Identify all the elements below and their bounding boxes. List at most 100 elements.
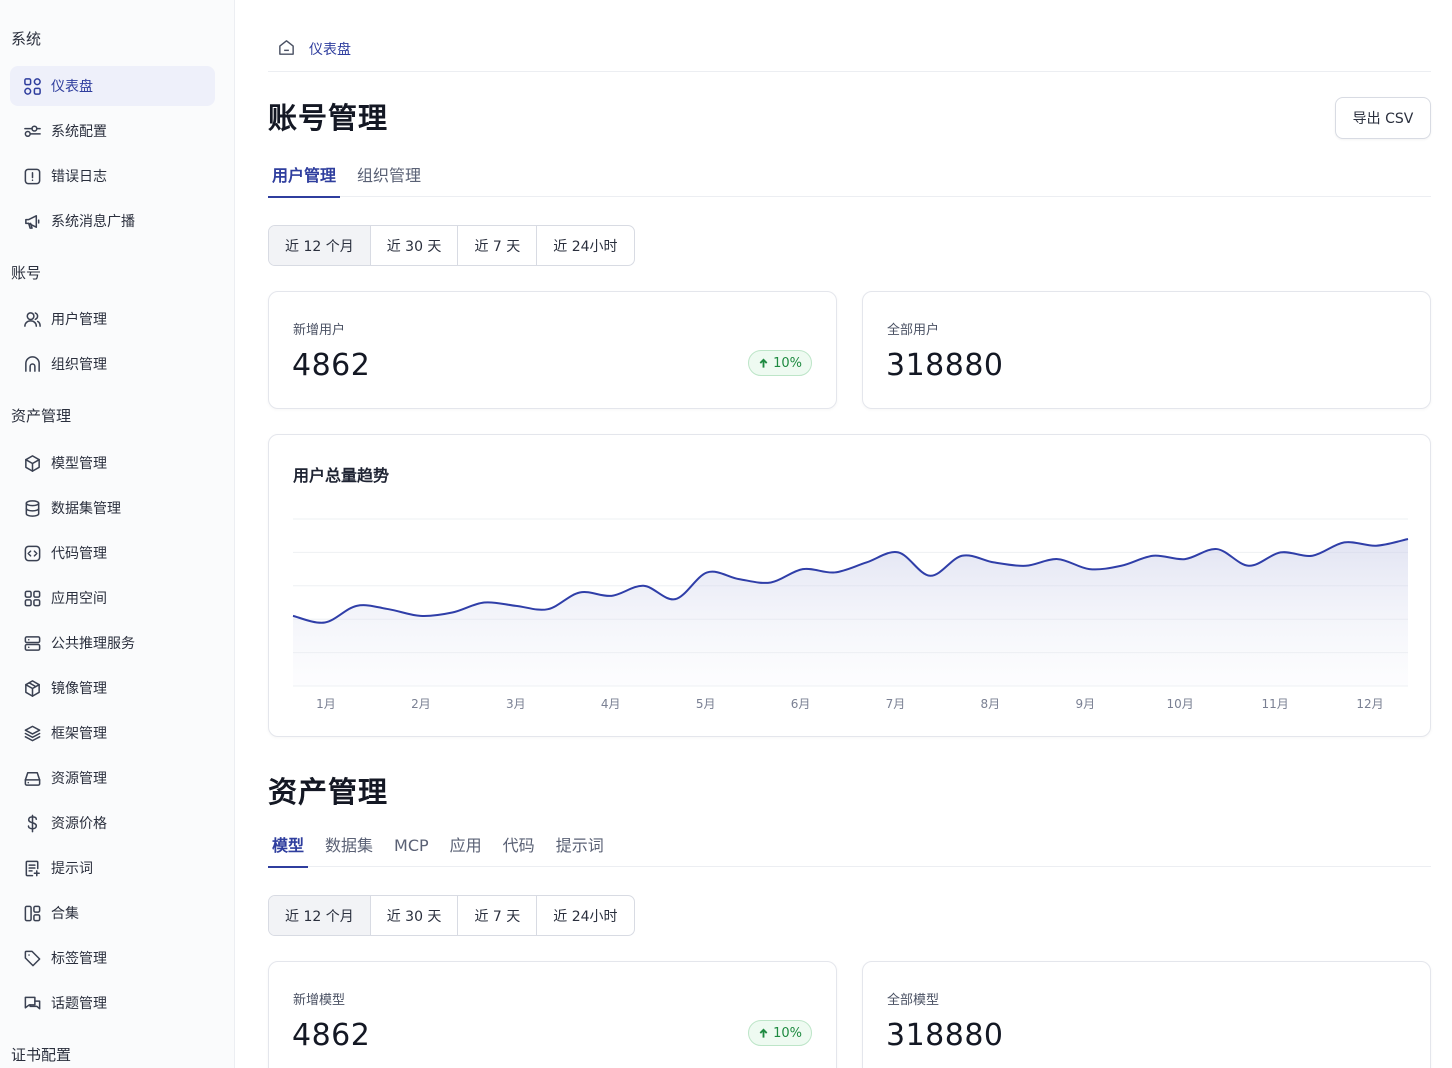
x-tick-label: 10月	[1167, 697, 1194, 711]
breadcrumb-current[interactable]: 仪表盘	[309, 39, 351, 59]
sidebar-item-label: 公共推理服务	[51, 636, 135, 652]
tab-prompts[interactable]: 提示词	[552, 834, 608, 867]
tab-mcp[interactable]: MCP	[390, 834, 433, 867]
sidebar-item-models[interactable]: 模型管理	[10, 443, 215, 483]
range-12-months[interactable]: 近 12 个月	[269, 226, 371, 265]
new-users-label: 新增用户	[293, 323, 346, 338]
sidebar-item-label: 代码管理	[51, 546, 107, 562]
sidebar-item-tags[interactable]: 标签管理	[10, 938, 215, 978]
tab-apps[interactable]: 应用	[446, 834, 486, 867]
tab-users[interactable]: 用户管理	[268, 164, 341, 198]
sidebar-item-label: 错误日志	[51, 169, 107, 185]
sidebar-item-frameworks[interactable]: 框架管理	[10, 713, 215, 753]
user-trend-chart-card: 用户总量趋势 1月 2月 3月 4月 5月 6月 7月 8月 9月 10月 11月 12月	[268, 434, 1431, 737]
new-users-value: 4862	[292, 348, 371, 383]
x-tick-label: 11月	[1261, 697, 1288, 711]
sidebar-item-label: 资源价格	[51, 816, 107, 832]
range-24-hours[interactable]: 近 24小时	[537, 896, 633, 935]
tab-models[interactable]: 模型	[268, 834, 309, 868]
sidebar-item-label: 系统消息广播	[51, 214, 135, 230]
sidebar-item-spaces[interactable]: 应用空间	[10, 578, 215, 618]
sidebar-item-label: 合集	[51, 906, 79, 922]
range-30-days[interactable]: 近 30 天	[371, 896, 459, 935]
sidebar-item-label: 框架管理	[51, 726, 107, 742]
x-tick-label: 4月	[601, 697, 621, 711]
range-24-hours[interactable]: 近 24小时	[537, 226, 633, 265]
x-tick-label: 6月	[791, 697, 811, 711]
sidebar-item-users[interactable]: 用户管理	[10, 299, 215, 339]
settings-toggle-icon	[22, 121, 42, 141]
sidebar-item-label: 标签管理	[51, 951, 107, 967]
sidebar-item-label: 镜像管理	[51, 681, 107, 697]
nav-group-system: 系统	[11, 30, 42, 48]
total-users-card: 全部用户 318880	[862, 291, 1431, 409]
total-models-card: 全部模型 318880	[862, 961, 1431, 1068]
sidebar-item-label: 组织管理	[51, 357, 107, 373]
sidebar-item-label: 仪表盘	[51, 79, 93, 95]
assets-range-selector: 近 12 个月 近 30 天 近 7 天 近 24小时	[268, 895, 635, 936]
sidebar-item-system-config[interactable]: 系统配置	[10, 111, 215, 151]
sidebar-item-broadcast[interactable]: 系统消息广播	[10, 201, 215, 241]
user-trend-chart: 1月 2月 3月 4月 5月 6月 7月 8月 9月 10月 11月 12月	[292, 518, 1409, 711]
sidebar-item-label: 系统配置	[51, 124, 107, 140]
alert-icon	[22, 166, 42, 186]
x-tick-label: 5月	[696, 697, 716, 711]
range-12-months[interactable]: 近 12 个月	[269, 896, 371, 935]
sidebar-item-inference[interactable]: 公共推理服务	[10, 623, 215, 663]
sidebar-item-orgs[interactable]: 组织管理	[10, 344, 215, 384]
sidebar-item-images[interactable]: 镜像管理	[10, 668, 215, 708]
arrow-up-icon	[759, 1028, 768, 1038]
sidebar-item-code[interactable]: 代码管理	[10, 533, 215, 573]
sidebar-item-label: 用户管理	[51, 312, 107, 328]
main-content: 仪表盘 账号管理 导出 CSV 用户管理 组织管理 近 12 个月 近 30 天…	[268, 0, 1431, 1068]
x-tick-label: 12月	[1356, 697, 1383, 711]
sidebar-item-collections[interactable]: 合集	[10, 893, 215, 933]
total-models-label: 全部模型	[887, 993, 940, 1008]
range-7-days[interactable]: 近 7 天	[458, 226, 538, 265]
total-users-label: 全部用户	[887, 323, 940, 338]
prompt-icon	[22, 858, 42, 878]
dashboard-icon	[22, 76, 42, 96]
sidebar-item-dashboard[interactable]: 仪表盘	[10, 66, 215, 106]
growth-badge-text: 10%	[773, 1025, 802, 1041]
new-users-card: 新增用户 4862 10%	[268, 291, 837, 409]
tag-icon	[22, 948, 42, 968]
sidebar-item-error-log[interactable]: 错误日志	[10, 156, 215, 196]
sidebar-item-pricing[interactable]: 资源价格	[10, 803, 215, 843]
sidebar-item-datasets[interactable]: 数据集管理	[10, 488, 215, 528]
collection-icon	[22, 903, 42, 923]
sidebar-item-label: 模型管理	[51, 456, 107, 472]
layers-icon	[22, 723, 42, 743]
sidebar-item-label: 话题管理	[51, 996, 107, 1012]
sidebar-item-topics[interactable]: 话题管理	[10, 983, 215, 1023]
export-csv-button[interactable]: 导出 CSV	[1335, 97, 1431, 139]
cube-icon	[22, 453, 42, 473]
x-tick-label: 9月	[1075, 697, 1095, 711]
range-7-days[interactable]: 近 7 天	[458, 896, 538, 935]
x-tick-label: 7月	[886, 697, 906, 711]
trend-area	[293, 539, 1408, 686]
assets-title: 资产管理	[268, 775, 389, 809]
total-users-value: 318880	[886, 348, 1004, 383]
sidebar-item-label: 应用空间	[51, 591, 107, 607]
megaphone-icon	[22, 211, 42, 231]
tab-orgs[interactable]: 组织管理	[353, 164, 425, 197]
box-icon	[22, 678, 42, 698]
range-30-days[interactable]: 近 30 天	[371, 226, 459, 265]
sidebar-item-resources[interactable]: 资源管理	[10, 758, 215, 798]
home-icon[interactable]	[277, 38, 297, 58]
new-models-card: 新增模型 4862 10%	[268, 961, 837, 1068]
tab-datasets[interactable]: 数据集	[321, 834, 377, 867]
accounts-tabs: 用户管理 组织管理	[268, 164, 1431, 198]
total-models-value: 318880	[886, 1018, 1004, 1053]
nav-group-certs[interactable]: 证书配置	[11, 1044, 71, 1065]
new-models-value: 4862	[292, 1018, 371, 1053]
tab-code[interactable]: 代码	[499, 834, 539, 867]
database-icon	[22, 498, 42, 518]
sidebar-item-prompts[interactable]: 提示词	[10, 848, 215, 888]
sidebar-item-label: 资源管理	[51, 771, 107, 787]
arrow-up-icon	[759, 358, 768, 368]
dollar-icon	[22, 813, 42, 833]
nav-group-account: 账号	[11, 264, 42, 282]
server-icon	[22, 633, 42, 653]
